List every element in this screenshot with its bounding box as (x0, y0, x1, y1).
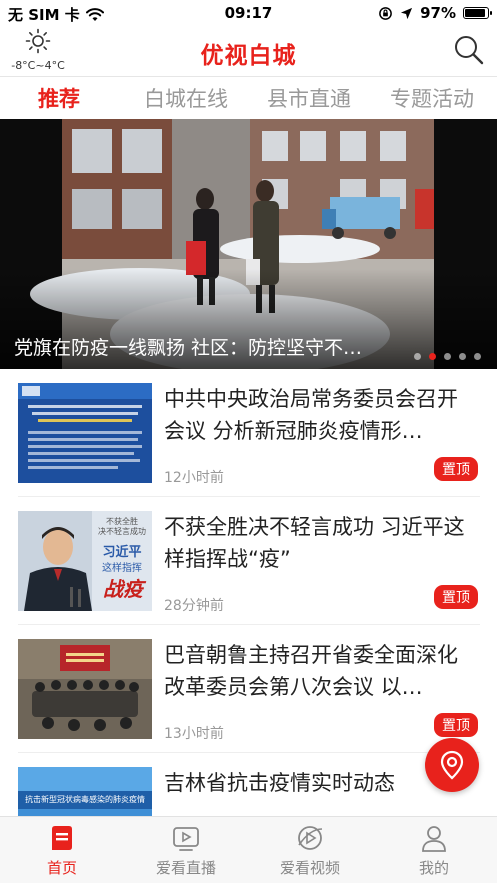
location-arrow-icon (401, 7, 413, 19)
app-title: 优视白城 (200, 43, 297, 69)
news-item[interactable]: 巴音朝鲁主持召开省委全面深化改革委员会第八次会议 以… 13小时前 置顶 (18, 625, 480, 753)
news-time: 28分钟前 (164, 598, 224, 614)
thumbnail-caption-2: 决不轻言成功 (98, 527, 146, 536)
live-icon (173, 827, 199, 851)
carousel-dot[interactable] (429, 353, 436, 360)
tab-recommend[interactable]: 推荐 (38, 83, 80, 113)
status-bar: 无 SIM 卡 09:17 97% (0, 0, 497, 26)
news-title: 中共中央政治局常务委员会召开会议 分析新冠肺炎疫情形… (164, 387, 458, 443)
search-icon (455, 36, 484, 65)
nav-home[interactable]: 首页 (0, 823, 124, 878)
bottom-navigation: 首页 爱看直播 爱看视频 我的 (0, 816, 497, 883)
nav-video-label: 爱看视频 (279, 859, 340, 877)
news-thumbnail: 不获全胜 决不轻言成功 习近平 这样指挥 战疫 (18, 511, 152, 611)
home-icon (52, 826, 72, 850)
battery-icon (463, 7, 492, 19)
location-pin-icon (440, 750, 464, 780)
news-title: 巴音朝鲁主持召开省委全面深化改革委员会第八次会议 以… (164, 643, 458, 699)
category-tabs: 推荐 白城在线 县市直通 专题活动 (0, 76, 497, 119)
news-item[interactable]: 不获全胜 决不轻言成功 习近平 这样指挥 战疫 不获全胜决不轻言成功 习近平这样… (18, 497, 480, 625)
nav-live-label: 爱看直播 (155, 859, 216, 877)
app-header: -8°C~4°C 优视白城 (0, 26, 497, 76)
nav-home-label: 首页 (46, 859, 77, 877)
news-thumbnail (18, 383, 152, 483)
news-thumbnail: 抗击新型冠状病毒感染的肺炎疫情 (18, 767, 152, 816)
pinned-badge: 置顶 (434, 585, 478, 609)
carousel-dot[interactable] (474, 353, 481, 360)
search-button[interactable] (453, 34, 485, 66)
thumbnail-caption-1: 不获全胜 (106, 517, 138, 526)
news-time: 12小时前 (164, 470, 224, 486)
thumbnail-subtitle: 这样指挥 (102, 563, 142, 574)
nav-profile[interactable]: 我的 (372, 823, 496, 878)
banner-carousel[interactable]: 党旗在防疫一线飘扬 社区：防控坚守不… (0, 119, 497, 369)
news-thumbnail (18, 639, 152, 739)
thumbnail-name: 习近平 (102, 545, 142, 560)
battery-fill (465, 9, 485, 17)
tab-special-events[interactable]: 专题活动 (390, 83, 474, 113)
battery-percent: 97% (420, 4, 456, 22)
banner-image (0, 119, 497, 369)
thumbnail-meeting-room-image (18, 639, 152, 739)
rotation-lock-icon (379, 6, 392, 20)
thumbnail-headline: 战疫 (103, 577, 143, 601)
carousel-dot[interactable] (444, 353, 451, 360)
thumbnail-cctv-news-image (18, 383, 152, 483)
nav-video[interactable]: 爱看视频 (248, 823, 372, 878)
status-right: 97% (378, 4, 492, 22)
news-time: 13小时前 (164, 726, 224, 742)
tab-county-direct[interactable]: 县市直通 (267, 83, 351, 113)
carousel-dot[interactable] (459, 353, 466, 360)
carousel-dot[interactable] (414, 353, 421, 360)
thumbnail-epidemic-banner-image (18, 767, 152, 816)
news-item[interactable]: 中共中央政治局常务委员会召开会议 分析新冠肺炎疫情形… 12小时前 置顶 (18, 369, 480, 497)
pinned-badge: 置顶 (434, 713, 478, 737)
news-list: 中共中央政治局常务委员会召开会议 分析新冠肺炎疫情形… 12小时前 置顶 不获全… (0, 369, 497, 816)
banner-caption: 党旗在防疫一线飘扬 社区：防控坚守不… (14, 337, 363, 359)
nav-live[interactable]: 爱看直播 (124, 823, 248, 878)
profile-icon (422, 826, 446, 852)
news-title: 不获全胜决不轻言成功 习近平这样指挥战“疫” (164, 515, 465, 571)
carousel-indicator (414, 353, 481, 360)
nav-profile-label: 我的 (418, 859, 449, 877)
pinned-badge: 置顶 (434, 457, 478, 481)
location-fab-button[interactable] (425, 738, 479, 792)
thumbnail-caption: 抗击新型冠状病毒感染的肺炎疫情 (25, 795, 145, 804)
tab-baicheng-online[interactable]: 白城在线 (144, 83, 228, 113)
news-item[interactable]: 抗击新型冠状病毒感染的肺炎疫情 吉林省抗击疫情实时动态 (18, 753, 480, 816)
video-icon (298, 826, 323, 850)
